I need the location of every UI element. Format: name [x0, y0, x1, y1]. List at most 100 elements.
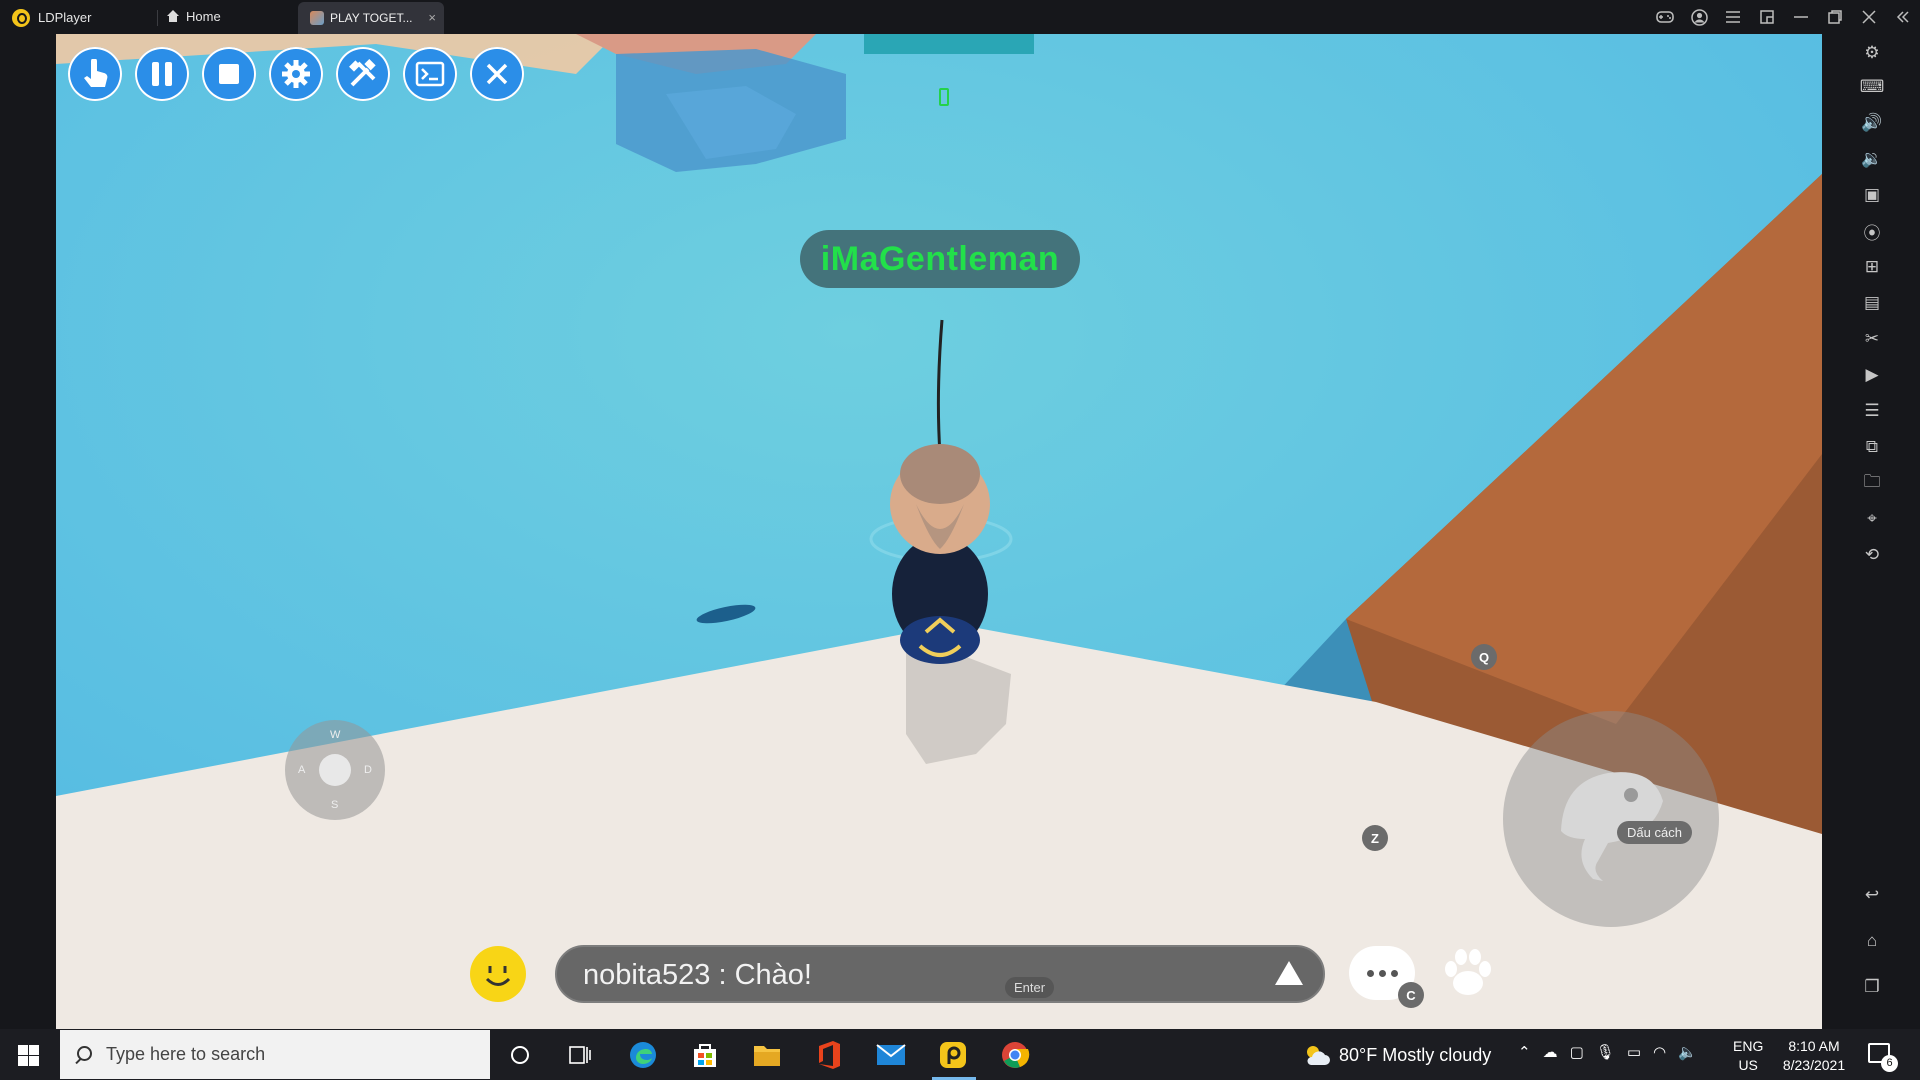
cortana-icon[interactable]	[502, 1038, 538, 1072]
weather-text: 80°F Mostly cloudy	[1339, 1044, 1492, 1065]
tab-game-label: PLAY TOGET...	[330, 11, 413, 25]
input-language[interactable]: ENG US	[1733, 1037, 1763, 1075]
add-app-icon[interactable]: ⊞	[1859, 254, 1885, 280]
pause-button[interactable]	[135, 47, 189, 101]
chat-last-message: nobita523 : Chào!	[583, 959, 812, 991]
dot-icon	[1366, 969, 1374, 977]
location-icon[interactable]: ⌖	[1859, 506, 1885, 532]
notification-count-badge: 6	[1881, 1055, 1898, 1072]
mail-icon[interactable]	[873, 1038, 909, 1072]
close-window-icon[interactable]	[1852, 0, 1886, 34]
apk-icon[interactable]: ▤	[1859, 290, 1885, 316]
player-name-tag: iMaGentleman	[800, 230, 1080, 288]
shake-icon[interactable]: ⟲	[1859, 542, 1885, 568]
action-key-label: Dấu cách	[1617, 821, 1692, 844]
window-controls	[1648, 0, 1920, 34]
script-console-button[interactable]	[403, 47, 457, 101]
target-marker	[939, 88, 949, 106]
clock-time: 8:10 AM	[1788, 1038, 1840, 1054]
chevron-up-icon[interactable]: ⌃	[1518, 1043, 1531, 1061]
tab-home[interactable]: Home	[166, 9, 221, 24]
stop-button[interactable]	[202, 47, 256, 101]
edge-browser-icon[interactable]	[625, 1038, 661, 1072]
mini-mode-icon[interactable]	[1750, 0, 1784, 34]
taskbar-clock[interactable]: 8:10 AM 8/23/2021	[1776, 1037, 1852, 1075]
wifi-icon[interactable]: ◠	[1653, 1043, 1666, 1061]
folder-icon[interactable]: 🗀	[1859, 470, 1885, 496]
title-bar: LDPlayer Home PLAY TOGET... ×	[0, 0, 1920, 34]
tools-icon	[349, 59, 376, 87]
touch-record-button[interactable]	[68, 47, 122, 101]
key-hint-q: Q	[1471, 644, 1497, 670]
tab-home-label: Home	[186, 9, 221, 24]
settings-button[interactable]	[269, 47, 323, 101]
meet-now-icon[interactable]: ▢	[1570, 1043, 1584, 1061]
joystick-key-left: A	[298, 764, 306, 776]
close-tab-icon[interactable]: ×	[428, 10, 436, 25]
speaker-icon[interactable]: 🔈	[1678, 1043, 1697, 1061]
scissors-icon[interactable]: ✂	[1859, 326, 1885, 352]
task-view-icon[interactable]	[562, 1038, 598, 1072]
pause-icon	[152, 62, 172, 86]
windows-start-icon[interactable]	[18, 1045, 39, 1066]
record-icon[interactable]: ⦿	[1859, 218, 1885, 244]
multi-instance-icon[interactable]: ⧉	[1859, 434, 1885, 460]
expand-chat-icon[interactable]	[1275, 961, 1303, 985]
video-icon[interactable]: ▶	[1859, 362, 1885, 388]
home-nav-icon[interactable]: ⌂	[1859, 928, 1885, 954]
volume-up-icon[interactable]: 🔊	[1859, 110, 1885, 136]
office-icon[interactable]	[811, 1038, 847, 1072]
fishing-action-button[interactable]	[1503, 711, 1719, 927]
tools-button[interactable]	[336, 47, 390, 101]
joystick-key-right: D	[364, 764, 372, 776]
system-tray: ⌃ ☁ ▢ 🎙 ▭ ◠ 🔈	[1518, 1043, 1697, 1061]
microsoft-store-icon[interactable]	[687, 1038, 723, 1072]
emulator-left-border	[0, 34, 56, 1029]
emoji-button[interactable]	[470, 946, 526, 1002]
terminal-icon	[415, 61, 445, 87]
search-placeholder: Type here to search	[106, 1044, 266, 1064]
screenshot-icon[interactable]: ▣	[1859, 182, 1885, 208]
battery-icon[interactable]: ▭	[1627, 1043, 1641, 1061]
joystick-key-down: S	[331, 799, 339, 811]
account-icon[interactable]	[1682, 0, 1716, 34]
keyboard-icon[interactable]: ⌨	[1859, 74, 1885, 100]
ldplayer-taskbar-icon[interactable]	[935, 1038, 971, 1072]
fish-icon	[1561, 772, 1663, 881]
tab-divider	[157, 10, 158, 26]
back-icon[interactable]: ↩	[1859, 882, 1885, 908]
file-explorer-icon[interactable]	[749, 1038, 785, 1072]
tab-play-together[interactable]: PLAY TOGET... ×	[298, 2, 444, 34]
gamepad-icon[interactable]	[1648, 0, 1682, 34]
joystick-knob[interactable]	[319, 754, 351, 786]
onedrive-icon[interactable]: ☁	[1543, 1043, 1558, 1061]
stop-icon	[219, 64, 239, 84]
pet-button[interactable]	[1437, 943, 1499, 1005]
game-viewport[interactable]: iMaGentleman W A D S Q Z Dấu cách nobita…	[56, 34, 1822, 1029]
dot-icon	[1390, 969, 1398, 977]
hand-pointer-icon	[84, 59, 108, 87]
ldplayer-logo-icon	[12, 9, 30, 27]
home-icon	[166, 10, 180, 23]
microphone-icon[interactable]: 🎙	[1596, 1043, 1615, 1061]
settings-gear-icon[interactable]: ⚙	[1859, 40, 1885, 66]
movement-joystick[interactable]: W A D S	[285, 720, 385, 820]
taskbar-search-box[interactable]: Type here to search	[60, 1030, 490, 1079]
recent-apps-icon[interactable]: ❐	[1859, 974, 1885, 1000]
close-toolbar-button[interactable]	[470, 47, 524, 101]
collapse-sidebar-icon[interactable]	[1886, 0, 1920, 34]
menu-icon[interactable]	[1716, 0, 1750, 34]
windows-taskbar: Type here to search 80°F Mostly cloudy ⌃…	[0, 1029, 1920, 1080]
search-icon	[74, 1045, 92, 1064]
keyboard-region: US	[1738, 1057, 1758, 1073]
weather-widget[interactable]: 80°F Mostly cloudy	[1303, 1043, 1491, 1067]
enter-key-hint: Enter	[1005, 977, 1055, 998]
sync-icon[interactable]: ☰	[1859, 398, 1885, 424]
maximize-icon[interactable]	[1818, 0, 1852, 34]
smiley-icon	[485, 966, 511, 986]
chrome-icon[interactable]	[997, 1038, 1033, 1072]
volume-down-icon[interactable]: 🔉	[1859, 146, 1885, 172]
minimize-icon[interactable]	[1784, 0, 1818, 34]
gear-icon	[282, 60, 310, 88]
chat-input-bar[interactable]: nobita523 : Chào! Enter	[555, 945, 1325, 1003]
